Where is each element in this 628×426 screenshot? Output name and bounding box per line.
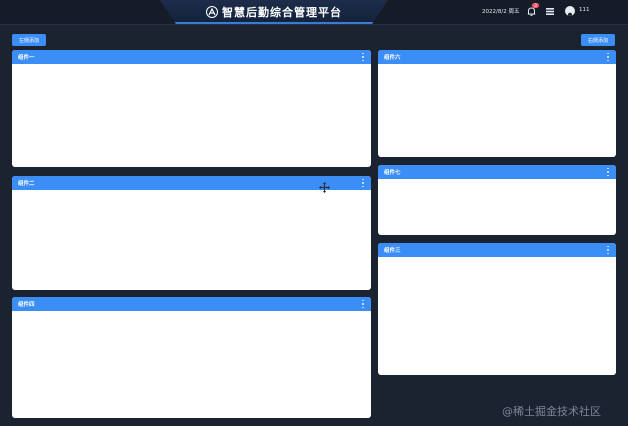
panel-component-2: 组件二 [12,176,371,290]
add-left-button[interactable]: 左侧添加 [12,34,46,46]
logo-icon [206,6,218,18]
more-vertical-icon[interactable] [361,179,365,187]
more-vertical-icon[interactable] [606,246,610,254]
panel-header[interactable]: 组件六 [378,50,616,64]
user-icon[interactable] [565,6,575,16]
panel-component-6: 组件六 [378,50,616,157]
panel-component-3: 组件三 [378,243,616,375]
more-vertical-icon[interactable] [361,53,365,61]
app-title-group: 智慧后勤综合管理平台 [160,0,388,24]
panel-header[interactable]: 组件七 [378,165,616,179]
panel-title: 组件七 [384,170,401,176]
more-vertical-icon[interactable] [361,300,365,308]
add-right-button[interactable]: 右侧添加 [581,34,615,46]
panel-header[interactable]: 组件三 [378,243,616,257]
panel-component-1: 组件一 [12,50,371,167]
bell-icon[interactable] [527,7,536,16]
panel-title: 组件二 [18,181,35,187]
notification-badge: 3 [532,3,539,8]
grid-icon[interactable] [546,8,554,15]
panel-header[interactable]: 组件四 [12,297,371,311]
panel-header[interactable]: 组件一 [12,50,371,64]
panel-component-7: 组件七 [378,165,616,235]
username[interactable]: 111 [579,7,590,13]
move-icon [319,182,330,193]
panel-title: 组件四 [18,302,35,308]
panel-header[interactable]: 组件二 [12,176,371,190]
watermark: @稀土掘金技术社区 [502,405,601,418]
app-title: 智慧后勤综合管理平台 [222,6,342,19]
more-vertical-icon[interactable] [606,53,610,61]
date-display: 2022/8/2 周五 [482,9,520,15]
panel-title: 组件三 [384,248,401,254]
panel-component-4: 组件四 [12,297,371,418]
panel-title: 组件六 [384,55,401,61]
more-vertical-icon[interactable] [606,168,610,176]
panel-title: 组件一 [18,55,35,61]
